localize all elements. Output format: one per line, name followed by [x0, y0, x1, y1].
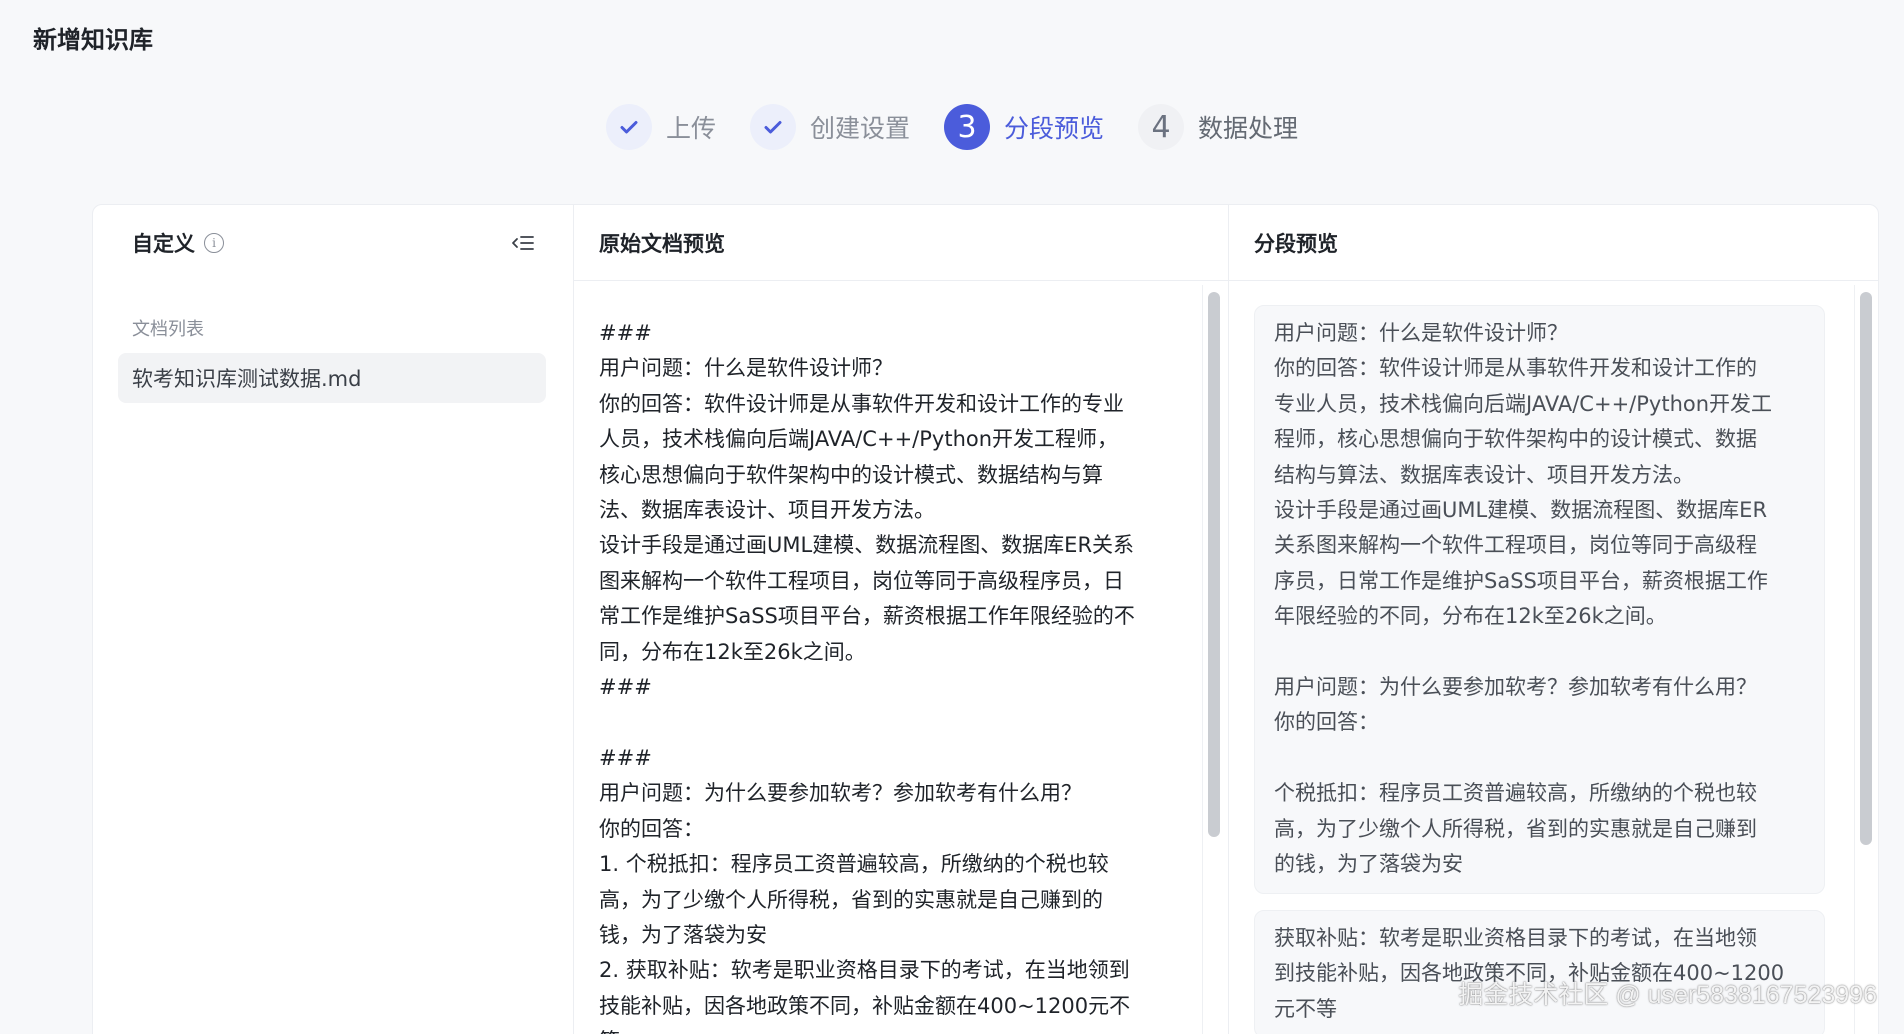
- page-title: 新增知识库: [33, 26, 153, 54]
- check-icon: [605, 104, 652, 150]
- scrollbar-thumb[interactable]: [1860, 292, 1872, 845]
- watermark: 掘金技术社区 @ user5838167523996: [1458, 981, 1877, 1009]
- segment-preview-title: 分段预览: [1229, 205, 1878, 281]
- settings-panel: 自定义 i 文档列表 软考知识库测试数据.md: [93, 205, 574, 1034]
- step-label: 数据处理: [1198, 114, 1299, 143]
- check-icon: [749, 104, 796, 150]
- scrollbar-thumb[interactable]: [1208, 292, 1220, 837]
- settings-header: 自定义 i: [93, 205, 573, 281]
- collapse-sidebar-icon[interactable]: [511, 233, 535, 253]
- settings-title: 自定义: [132, 232, 195, 256]
- segment-card[interactable]: 用户问题：什么是软件设计师？ 你的回答：软件设计师是从事软件开发和设计工作的 专…: [1254, 305, 1825, 894]
- step-label: 创建设置: [809, 114, 910, 143]
- raw-preview-scrollbar[interactable]: [1202, 285, 1222, 1034]
- raw-document-text: ### 用户问题：什么是软件设计师？ 你的回答：软件设计师是从事软件开发和设计工…: [599, 321, 1135, 1034]
- step-label: 分段预览: [1004, 114, 1105, 143]
- step-label: 上传: [665, 114, 716, 143]
- step-data-processing[interactable]: 4 数据处理: [1138, 104, 1298, 150]
- raw-preview-title: 原始文档预览: [574, 205, 1228, 281]
- step-create-settings[interactable]: 创建设置: [749, 104, 910, 150]
- step-number: 3: [944, 104, 990, 150]
- step-segment-preview[interactable]: 3 分段预览: [944, 104, 1104, 150]
- segment-preview: 分段预览 用户问题：什么是软件设计师？ 你的回答：软件设计师是从事软件开发和设计…: [1229, 205, 1878, 1034]
- segment-preview-scrollbar[interactable]: [1854, 285, 1874, 1034]
- segment-card[interactable]: 获取补贴：软考是职业资格目录下的考试，在当地领 到技能补贴，因各地政策不同，补贴…: [1254, 910, 1825, 1034]
- raw-document-preview: 原始文档预览 ### 用户问题：什么是软件设计师？ 你的回答：软件设计师是从事软…: [574, 205, 1229, 1034]
- info-icon[interactable]: i: [204, 233, 224, 253]
- doc-list-label: 文档列表: [132, 319, 204, 340]
- doc-list-item[interactable]: 软考知识库测试数据.md: [118, 353, 546, 403]
- step-upload[interactable]: 上传: [605, 104, 716, 150]
- step-number: 4: [1138, 104, 1185, 150]
- stepper: 上传 创建设置 3 分段预览 4 数据处理: [0, 104, 1904, 150]
- preview-card: 自定义 i 文档列表 软考知识库测试数据.md 原始文档预览 ### 用户问题：…: [92, 204, 1879, 1034]
